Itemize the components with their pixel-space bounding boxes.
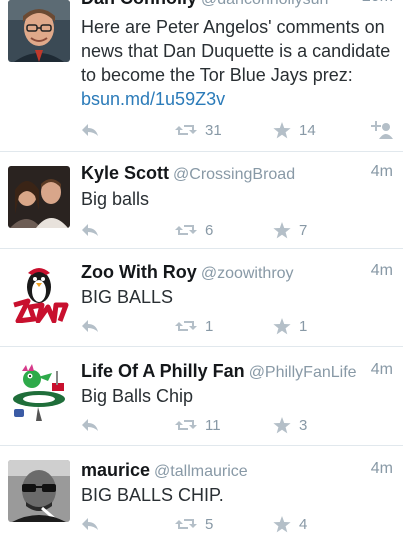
reply-icon: [82, 124, 98, 136]
favorite-count: 4: [299, 515, 308, 533]
favorite-button[interactable]: 3: [273, 415, 307, 435]
author-handle[interactable]: @PhillyFanLife: [249, 364, 357, 381]
retweet-icon: [175, 420, 197, 430]
add-user-icon: [371, 121, 393, 139]
retweet-count: 6: [205, 221, 214, 239]
tweet-actions: 11 3: [81, 415, 393, 435]
tweet-text: BIG BALLS: [81, 287, 174, 307]
avatar[interactable]: [8, 166, 70, 228]
reply-icon: [82, 518, 98, 530]
man-glasses-avatar-icon: [8, 0, 70, 62]
couple-avatar-icon: [8, 166, 70, 228]
avatar[interactable]: [8, 361, 70, 423]
retweet-count: 31: [205, 121, 222, 139]
reply-icon: [82, 419, 98, 431]
tweet-item[interactable]: Dan Connolly @danconnollysun 20m Here are…: [0, 0, 403, 152]
reply-icon: [82, 224, 98, 236]
reply-button[interactable]: [81, 120, 99, 140]
retweet-icon: [175, 125, 197, 135]
phanatic-logo-avatar-icon: [8, 361, 70, 423]
star-icon: [273, 121, 291, 138]
retweet-icon: [175, 225, 197, 235]
tweet-link[interactable]: bsun.md/1u59Z3v: [81, 89, 225, 109]
favorite-button[interactable]: 7: [273, 220, 307, 240]
tweet-item[interactable]: Zoo With Roy @zoowithroy 4m BIG BALLS 1 1: [0, 249, 403, 347]
tweet-actions: 31 14: [81, 120, 393, 140]
reply-button[interactable]: [81, 514, 99, 534]
tweet-time: 4m: [370, 460, 393, 477]
reply-button[interactable]: [81, 316, 99, 336]
retweet-count: 11: [205, 416, 221, 434]
avatar[interactable]: [8, 0, 70, 62]
favorite-button[interactable]: 1: [273, 316, 307, 336]
tweet-item[interactable]: maurice @tallmaurice 4m BIG BALLS CHIP. 5…: [0, 446, 403, 534]
tweet-text: Big Balls Chip: [81, 386, 194, 406]
reply-icon: [82, 320, 98, 332]
retweet-button[interactable]: 6: [175, 220, 213, 240]
star-icon: [273, 221, 291, 238]
retweet-icon: [175, 519, 197, 529]
tweet-actions: 6 7: [81, 220, 393, 240]
tweet-time: 4m: [370, 163, 393, 180]
author-handle[interactable]: @danconnollysun: [201, 0, 328, 8]
favorite-count: 14: [299, 121, 316, 139]
retweet-icon: [175, 321, 197, 331]
star-icon: [273, 416, 291, 433]
avatar[interactable]: [8, 460, 70, 522]
tweet-time: 4m: [370, 361, 393, 378]
reply-button[interactable]: [81, 220, 99, 240]
favorite-button[interactable]: 14: [273, 120, 316, 140]
retweet-button[interactable]: 5: [175, 514, 213, 534]
author-handle[interactable]: @CrossingBroad: [173, 166, 295, 183]
tweet-text: Here are Peter Angelos' comments on news…: [81, 15, 393, 111]
author-name[interactable]: Zoo With Roy: [81, 262, 197, 282]
star-icon: [273, 317, 291, 334]
tweet-text: Big balls: [81, 189, 150, 209]
favorite-count: 1: [299, 317, 308, 335]
tweet-item[interactable]: Kyle Scott @CrossingBroad 4m Big balls 6 …: [0, 152, 403, 249]
tweet-actions: 1 1: [81, 316, 393, 336]
follow-button[interactable]: [371, 120, 393, 140]
retweet-count: 5: [205, 515, 214, 533]
author-name[interactable]: maurice: [81, 460, 150, 480]
author-name[interactable]: Kyle Scott: [81, 163, 169, 183]
retweet-count: 1: [205, 317, 214, 335]
retweet-button[interactable]: 1: [175, 316, 213, 336]
retweet-button[interactable]: 31: [175, 120, 222, 140]
bw-sunglasses-avatar-icon: [8, 460, 70, 522]
tweet-text: BIG BALLS CHIP.: [81, 485, 224, 505]
author-name[interactable]: Life Of A Philly Fan: [81, 361, 245, 381]
tweet-time: 20m: [362, 0, 393, 6]
reply-button[interactable]: [81, 415, 99, 435]
favorite-button[interactable]: 4: [273, 514, 307, 534]
tweet-actions: 5 4: [81, 514, 393, 534]
favorite-count: 3: [299, 416, 308, 434]
favorite-count: 7: [299, 221, 308, 239]
author-name[interactable]: Dan Connolly: [81, 0, 197, 8]
penguin-zwr-avatar-icon: [8, 261, 70, 323]
retweet-button[interactable]: 11: [175, 415, 221, 435]
tweet-time: 4m: [370, 262, 393, 279]
star-icon: [273, 515, 291, 532]
avatar[interactable]: [8, 261, 70, 323]
author-handle[interactable]: @zoowithroy: [201, 265, 294, 282]
author-handle[interactable]: @tallmaurice: [154, 463, 248, 480]
tweet-body: Here are Peter Angelos' comments on news…: [81, 17, 391, 85]
tweet-item[interactable]: Life Of A Philly Fan @PhillyFanLife 4m Bi…: [0, 347, 403, 446]
